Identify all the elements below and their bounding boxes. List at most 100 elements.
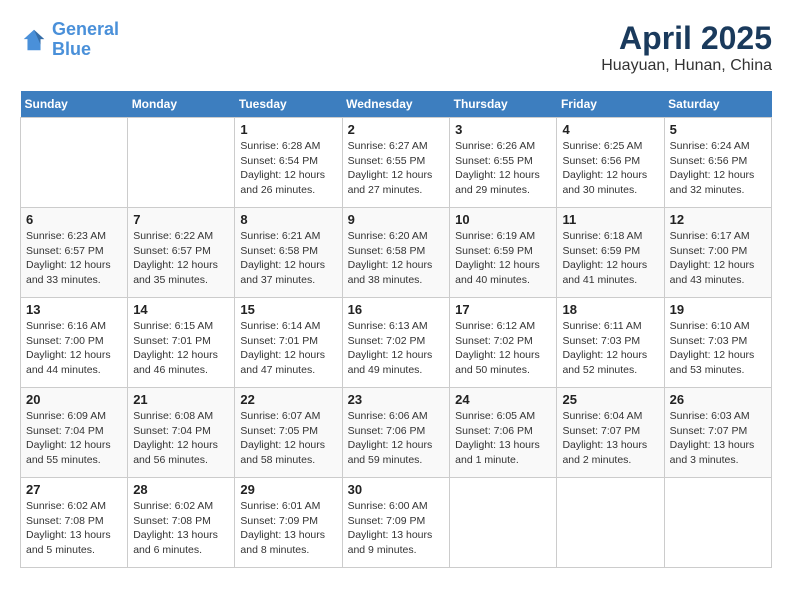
day-info: Sunrise: 6:18 AM Sunset: 6:59 PM Dayligh…: [562, 229, 658, 288]
day-info: Sunrise: 6:26 AM Sunset: 6:55 PM Dayligh…: [455, 139, 551, 198]
weekday-header-friday: Friday: [557, 91, 664, 118]
calendar-cell: 7 Sunrise: 6:22 AM Sunset: 6:57 PM Daylig…: [128, 208, 235, 298]
day-info: Sunrise: 6:04 AM Sunset: 7:07 PM Dayligh…: [562, 409, 658, 468]
day-info: Sunrise: 6:01 AM Sunset: 7:09 PM Dayligh…: [240, 499, 336, 558]
day-info: Sunrise: 6:07 AM Sunset: 7:05 PM Dayligh…: [240, 409, 336, 468]
day-number: 14: [133, 302, 229, 317]
weekday-header-row: SundayMondayTuesdayWednesdayThursdayFrid…: [21, 91, 772, 118]
day-info: Sunrise: 6:21 AM Sunset: 6:58 PM Dayligh…: [240, 229, 336, 288]
day-number: 7: [133, 212, 229, 227]
day-number: 20: [26, 392, 122, 407]
week-row-2: 6Sunrise: 6:23 AM Sunset: 6:57 PM Daylig…: [21, 208, 772, 298]
day-number: 18: [562, 302, 658, 317]
calendar-cell: 26 Sunrise: 6:03 AM Sunset: 7:07 PM Dayli…: [664, 388, 771, 478]
week-row-1: 1Sunrise: 6:28 AM Sunset: 6:54 PM Daylig…: [21, 118, 772, 208]
day-number: 26: [670, 392, 766, 407]
day-number: 30: [348, 482, 445, 497]
day-number: 25: [562, 392, 658, 407]
day-number: 15: [240, 302, 336, 317]
calendar-cell: 28 Sunrise: 6:02 AM Sunset: 7:08 PM Dayli…: [128, 478, 235, 568]
calendar-cell: 12 Sunrise: 6:17 AM Sunset: 7:00 PM Dayli…: [664, 208, 771, 298]
calendar-table: SundayMondayTuesdayWednesdayThursdayFrid…: [20, 91, 772, 568]
calendar-cell: 5 Sunrise: 6:24 AM Sunset: 6:56 PM Daylig…: [664, 118, 771, 208]
logo: General Blue: [20, 20, 119, 60]
calendar-cell: 6Sunrise: 6:23 AM Sunset: 6:57 PM Daylig…: [21, 208, 128, 298]
day-number: 24: [455, 392, 551, 407]
week-row-4: 20 Sunrise: 6:09 AM Sunset: 7:04 PM Dayli…: [21, 388, 772, 478]
day-number: 11: [562, 212, 658, 227]
day-number: 23: [348, 392, 445, 407]
calendar-cell: 10 Sunrise: 6:19 AM Sunset: 6:59 PM Dayli…: [450, 208, 557, 298]
day-number: 13: [26, 302, 122, 317]
calendar-cell: 22 Sunrise: 6:07 AM Sunset: 7:05 PM Dayli…: [235, 388, 342, 478]
day-number: 29: [240, 482, 336, 497]
day-info: Sunrise: 6:17 AM Sunset: 7:00 PM Dayligh…: [670, 229, 766, 288]
day-info: Sunrise: 6:12 AM Sunset: 7:02 PM Dayligh…: [455, 319, 551, 378]
day-info: Sunrise: 6:15 AM Sunset: 7:01 PM Dayligh…: [133, 319, 229, 378]
day-info: Sunrise: 6:19 AM Sunset: 6:59 PM Dayligh…: [455, 229, 551, 288]
calendar-cell: 3 Sunrise: 6:26 AM Sunset: 6:55 PM Daylig…: [450, 118, 557, 208]
weekday-header-thursday: Thursday: [450, 91, 557, 118]
calendar-cell: [450, 478, 557, 568]
calendar-cell: 17Sunrise: 6:12 AM Sunset: 7:02 PM Dayli…: [450, 298, 557, 388]
title-block: April 2025 Huayuan, Hunan, China: [601, 20, 772, 75]
day-info: Sunrise: 6:25 AM Sunset: 6:56 PM Dayligh…: [562, 139, 658, 198]
day-info: Sunrise: 6:22 AM Sunset: 6:57 PM Dayligh…: [133, 229, 229, 288]
weekday-header-sunday: Sunday: [21, 91, 128, 118]
day-number: 4: [562, 122, 658, 137]
weekday-header-saturday: Saturday: [664, 91, 771, 118]
day-info: Sunrise: 6:28 AM Sunset: 6:54 PM Dayligh…: [240, 139, 336, 198]
day-number: 12: [670, 212, 766, 227]
day-number: 22: [240, 392, 336, 407]
week-row-5: 27 Sunrise: 6:02 AM Sunset: 7:08 PM Dayli…: [21, 478, 772, 568]
day-number: 10: [455, 212, 551, 227]
calendar-cell: [128, 118, 235, 208]
weekday-header-wednesday: Wednesday: [342, 91, 450, 118]
day-info: Sunrise: 6:27 AM Sunset: 6:55 PM Dayligh…: [348, 139, 445, 198]
day-info: Sunrise: 6:11 AM Sunset: 7:03 PM Dayligh…: [562, 319, 658, 378]
calendar-cell: 30 Sunrise: 6:00 AM Sunset: 7:09 PM Dayli…: [342, 478, 450, 568]
day-number: 27: [26, 482, 122, 497]
day-number: 19: [670, 302, 766, 317]
calendar-cell: 24 Sunrise: 6:05 AM Sunset: 7:06 PM Dayli…: [450, 388, 557, 478]
calendar-cell: 18 Sunrise: 6:11 AM Sunset: 7:03 PM Dayli…: [557, 298, 664, 388]
calendar-cell: 16 Sunrise: 6:13 AM Sunset: 7:02 PM Dayli…: [342, 298, 450, 388]
day-info: Sunrise: 6:24 AM Sunset: 6:56 PM Dayligh…: [670, 139, 766, 198]
calendar-cell: 1Sunrise: 6:28 AM Sunset: 6:54 PM Daylig…: [235, 118, 342, 208]
calendar-cell: [557, 478, 664, 568]
calendar-cell: 4 Sunrise: 6:25 AM Sunset: 6:56 PM Daylig…: [557, 118, 664, 208]
day-info: Sunrise: 6:13 AM Sunset: 7:02 PM Dayligh…: [348, 319, 445, 378]
day-number: 21: [133, 392, 229, 407]
day-info: Sunrise: 6:16 AM Sunset: 7:00 PM Dayligh…: [26, 319, 122, 378]
calendar-cell: 11 Sunrise: 6:18 AM Sunset: 6:59 PM Dayli…: [557, 208, 664, 298]
day-number: 3: [455, 122, 551, 137]
day-info: Sunrise: 6:20 AM Sunset: 6:58 PM Dayligh…: [348, 229, 445, 288]
calendar-cell: 20 Sunrise: 6:09 AM Sunset: 7:04 PM Dayli…: [21, 388, 128, 478]
day-info: Sunrise: 6:00 AM Sunset: 7:09 PM Dayligh…: [348, 499, 445, 558]
calendar-cell: 8Sunrise: 6:21 AM Sunset: 6:58 PM Daylig…: [235, 208, 342, 298]
day-info: Sunrise: 6:09 AM Sunset: 7:04 PM Dayligh…: [26, 409, 122, 468]
day-info: Sunrise: 6:10 AM Sunset: 7:03 PM Dayligh…: [670, 319, 766, 378]
day-number: 28: [133, 482, 229, 497]
week-row-3: 13 Sunrise: 6:16 AM Sunset: 7:00 PM Dayli…: [21, 298, 772, 388]
day-info: Sunrise: 6:08 AM Sunset: 7:04 PM Dayligh…: [133, 409, 229, 468]
calendar-cell: 14 Sunrise: 6:15 AM Sunset: 7:01 PM Dayli…: [128, 298, 235, 388]
logo-text: General Blue: [52, 20, 119, 60]
weekday-header-tuesday: Tuesday: [235, 91, 342, 118]
calendar-cell: 25 Sunrise: 6:04 AM Sunset: 7:07 PM Dayli…: [557, 388, 664, 478]
calendar-cell: 19 Sunrise: 6:10 AM Sunset: 7:03 PM Dayli…: [664, 298, 771, 388]
calendar-cell: 15Sunrise: 6:14 AM Sunset: 7:01 PM Dayli…: [235, 298, 342, 388]
day-number: 6: [26, 212, 122, 227]
calendar-cell: 27Sunrise: 6:02 AM Sunset: 7:08 PM Dayli…: [21, 478, 128, 568]
day-info: Sunrise: 6:03 AM Sunset: 7:07 PM Dayligh…: [670, 409, 766, 468]
calendar-cell: [21, 118, 128, 208]
month-title: April 2025: [601, 20, 772, 57]
day-info: Sunrise: 6:02 AM Sunset: 7:08 PM Dayligh…: [133, 499, 229, 558]
day-number: 5: [670, 122, 766, 137]
calendar-cell: 23 Sunrise: 6:06 AM Sunset: 7:06 PM Dayli…: [342, 388, 450, 478]
day-info: Sunrise: 6:06 AM Sunset: 7:06 PM Dayligh…: [348, 409, 445, 468]
day-number: 2: [348, 122, 445, 137]
day-info: Sunrise: 6:05 AM Sunset: 7:06 PM Dayligh…: [455, 409, 551, 468]
calendar-cell: [664, 478, 771, 568]
day-number: 16: [348, 302, 445, 317]
